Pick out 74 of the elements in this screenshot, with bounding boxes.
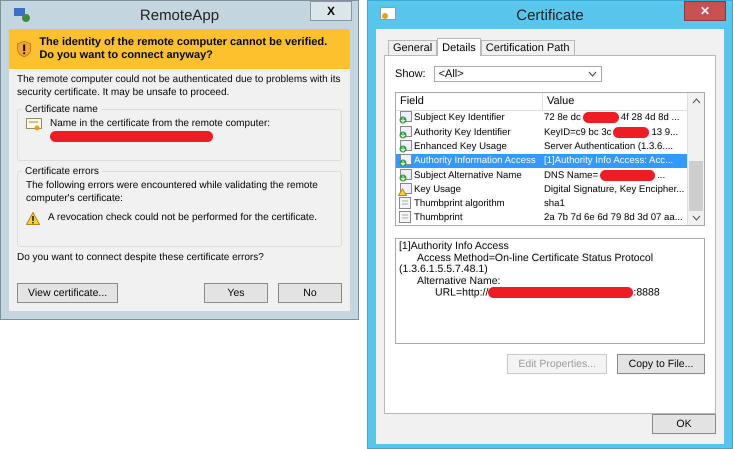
field-row[interactable]: Subject Alternative Name DNS Name= ...: [396, 168, 687, 182]
ok-button[interactable]: OK: [652, 414, 716, 434]
field-value: [1]Authority Info Access: Acc...: [544, 155, 674, 166]
field-name: Subject Key Identifier: [414, 112, 505, 124]
field-value: Server Authentication (1.3.6....: [544, 141, 674, 152]
certificate-field-download-icon: [398, 168, 412, 182]
field-value: 72 8e dc: [544, 112, 581, 124]
certificate-field-download-icon: [398, 111, 412, 124]
field-name: Authority Information Access: [414, 155, 536, 166]
field-value: Digital Signature, Key Encipher...: [544, 184, 684, 195]
redaction-mark: [600, 170, 656, 181]
field-value: 13 9...: [651, 126, 678, 138]
scroll-down-icon: [692, 215, 700, 221]
redaction-mark: [613, 126, 650, 138]
question-text: Do you want to connect despite these certificate errors?: [17, 252, 265, 264]
field-name: Thumbprint algorithm: [414, 198, 505, 210]
show-dropdown[interactable]: <All>: [434, 66, 602, 82]
field-row[interactable]: Thumbprint 2a 7b 7d 6e 6d 79 8d 3d 07 aa...: [396, 210, 687, 225]
group-title: Certificate errors: [24, 166, 100, 177]
errors-intro-text: The following errors were encountered while validating the remote computer's certificate:: [26, 180, 319, 205]
window-title: RemoteApp: [140, 6, 220, 24]
field-value: DNS Name=: [544, 170, 598, 181]
detail-text: Alternative Name:: [417, 274, 500, 286]
field-value: sha1: [544, 198, 565, 210]
view-certificate-button[interactable]: View certificate...: [17, 283, 118, 303]
certificate-field-download-icon: [398, 140, 412, 154]
tab[interactable]: Certification Path: [480, 40, 575, 55]
detail-textbox[interactable]: [1]Authority Info Access Access Method=On-line Certificate Status Protocol (1.3.6.1.5.5.7.48.1) Alternative Name: URL=http:// :8888: [395, 238, 705, 344]
dialog-button[interactable]: No: [278, 283, 342, 303]
detail-text: Access Method=On-line Certificate Status Protocol (1.3.6.1.5.5.7.48.1): [399, 252, 654, 275]
field-row[interactable]: Key Usage Digital Signature, Key Encipher...: [396, 182, 687, 196]
field-row[interactable]: Subject Key Identifier 72 8e dc 4f 28 4d 8d ...: [396, 110, 687, 126]
close-button[interactable]: ✕: [684, 1, 726, 21]
tab[interactable]: Details: [437, 38, 481, 56]
field-value: 2a 7b 7d 6e 6d 79 8d 3d 07 aa...: [544, 212, 683, 224]
field-row[interactable]: Authority Key Identifier KeyID=c9 bc 3c 13 9...: [396, 125, 687, 140]
chevron-down-icon: [588, 71, 597, 77]
field-value: 4f 28 4d 8d ...: [620, 112, 680, 124]
field-value: KeyID=c9 bc 3c: [544, 126, 612, 138]
certificate-name-label: Name in the certificate from the remote computer:: [50, 118, 270, 129]
certificate-field-download-icon: [398, 126, 412, 139]
field-name: Authority Key Identifier: [414, 126, 511, 138]
action-button[interactable]: Copy to File...: [617, 354, 705, 374]
scroll-up-icon: [692, 98, 700, 104]
group-title: Certificate name: [24, 104, 99, 115]
error-text: A revocation check could not be performed for the certificate.: [48, 212, 318, 223]
field-value: ...: [657, 170, 666, 181]
close-button[interactable]: X: [310, 1, 352, 21]
warning-text: The identity of the remote computer cannot be verified. Do you want to connect anyway?: [39, 36, 328, 62]
certificate-field-warning-icon: [398, 182, 412, 196]
column-header[interactable]: Field: [396, 93, 543, 110]
field-name: Thumbprint: [414, 212, 463, 224]
redaction-mark: [582, 112, 619, 124]
scrollbar[interactable]: [687, 93, 704, 225]
field-row[interactable]: Thumbprint algorithm sha1: [396, 196, 687, 211]
tab[interactable]: General: [388, 40, 438, 55]
dialog-button[interactable]: Yes: [204, 283, 268, 303]
certificate-field-download-icon: [398, 154, 412, 168]
show-label: Show:: [395, 68, 426, 80]
intro-text: The remote computer could not be authenticated due to problems with its security certificate. It may be unsafe to proceed.: [17, 74, 342, 99]
certificate-field-icon: [398, 211, 412, 224]
field-row[interactable]: Enhanced Key Usage Server Authentication (1.3.6....: [396, 139, 687, 154]
warning-icon: [26, 212, 40, 225]
detail-text: URL=http://: [435, 286, 488, 298]
detail-text: :8888: [633, 286, 660, 298]
field-name: Key Usage: [414, 184, 461, 195]
field-name: Subject Alternative Name: [414, 170, 522, 181]
field-name: Enhanced Key Usage: [414, 141, 507, 152]
window-title: Certificate: [516, 6, 584, 24]
remote-desktop-icon: [13, 7, 31, 23]
certificate-icon: [26, 118, 42, 132]
certificate-icon: [380, 7, 396, 21]
detail-text: [1]Authority Info Access: [399, 240, 509, 252]
certificate-field-icon: [398, 197, 412, 210]
